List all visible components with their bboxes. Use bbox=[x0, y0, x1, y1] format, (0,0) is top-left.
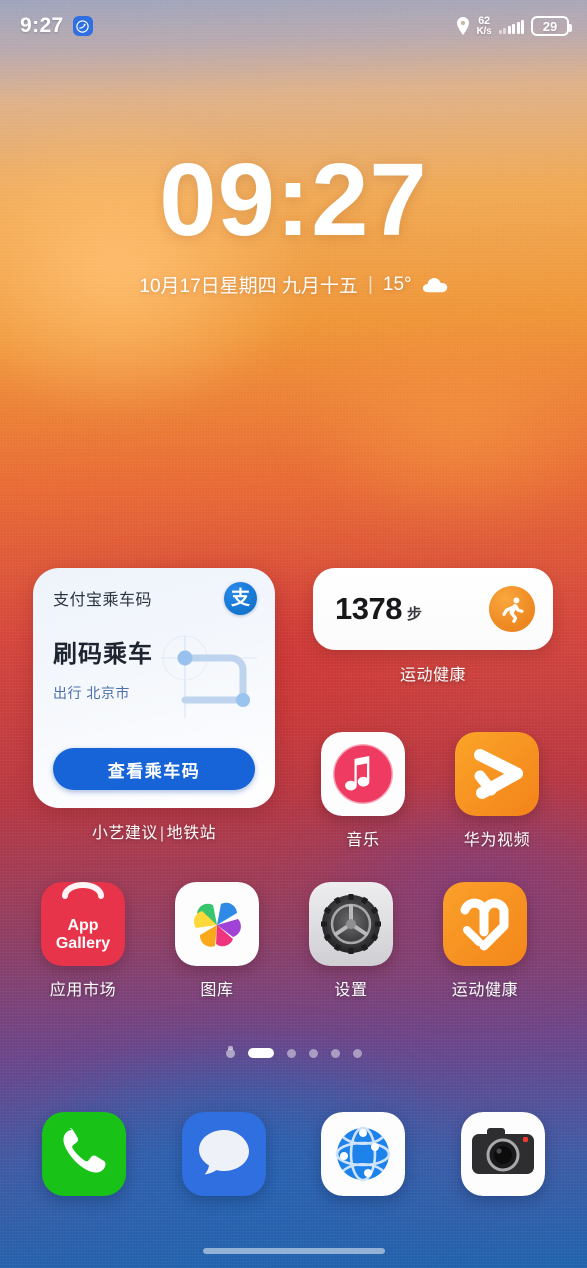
app-badge-icon[interactable] bbox=[72, 16, 93, 36]
running-person-icon bbox=[489, 586, 535, 632]
clock-date-row: 10月17日星期四 九月十五 | 15° bbox=[0, 271, 587, 298]
status-bar: 9:27 62 K/s 29 bbox=[0, 0, 587, 52]
page-dot[interactable] bbox=[286, 1048, 296, 1058]
message-bubble-icon bbox=[181, 1112, 266, 1196]
app-icon-health[interactable]: 运动健康 bbox=[418, 882, 552, 1000]
app-icon-music[interactable]: 音乐 bbox=[296, 732, 430, 850]
gallery-flower-icon bbox=[175, 882, 259, 966]
app-icon-app-gallery[interactable]: App Gallery 应用市场 bbox=[16, 882, 150, 1000]
page-indicator[interactable] bbox=[0, 1045, 587, 1058]
alipay-widget-label: 小艺建议 | 地铁站 bbox=[33, 819, 275, 843]
clock-date: 10月17日星期四 九月十五 bbox=[139, 276, 358, 297]
steps-count: 1378 bbox=[335, 591, 402, 626]
alipay-transit-widget[interactable]: 支付宝乘车码 支 刷码乘车 出行 北京市 查看乘车码 bbox=[33, 568, 275, 808]
home-gesture-handle[interactable] bbox=[202, 1248, 385, 1254]
app-row-1: 音乐 华为视频 bbox=[296, 732, 564, 850]
dock-item-phone[interactable] bbox=[32, 1112, 136, 1196]
settings-gear-icon bbox=[309, 882, 393, 966]
status-bar-left: 9:27 bbox=[20, 14, 93, 38]
clock-widget[interactable]: 09:27 10月17日星期四 九月十五 | 15° bbox=[0, 148, 587, 298]
alipay-widget-label-prefix: 小艺建议 bbox=[91, 825, 158, 842]
page-dot[interactable] bbox=[308, 1048, 318, 1058]
clock-date-separator: | bbox=[367, 273, 373, 295]
app-label: 运动健康 bbox=[451, 982, 519, 999]
svg-text:Gallery: Gallery bbox=[56, 935, 110, 952]
camera-icon bbox=[461, 1112, 546, 1196]
nav-bar bbox=[0, 1234, 587, 1268]
app-label: 设置 bbox=[334, 982, 368, 999]
dock-item-browser[interactable] bbox=[311, 1112, 415, 1196]
network-speed-unit: K/s bbox=[476, 25, 492, 37]
location-pin-icon bbox=[456, 17, 470, 35]
page-dot[interactable] bbox=[330, 1048, 340, 1058]
battery-percent-label: 29 bbox=[542, 18, 558, 34]
steps-widget[interactable]: 1378 步 bbox=[313, 568, 553, 650]
alipay-transit-widget-wrapper: 支付宝乘车码 支 刷码乘车 出行 北京市 查看乘车码 小艺建议 | 地铁站 bbox=[33, 568, 275, 843]
app-label: 华为视频 bbox=[463, 832, 531, 849]
steps-widget-label: 运动健康 bbox=[399, 667, 466, 684]
network-speed-value: 62 bbox=[478, 14, 490, 27]
page-dot[interactable] bbox=[352, 1048, 362, 1058]
page-dot-home[interactable] bbox=[225, 1045, 235, 1058]
steps-value-group: 1378 步 bbox=[335, 591, 422, 627]
alipay-logo-icon: 支 bbox=[224, 582, 257, 615]
video-play-icon bbox=[455, 732, 539, 816]
signal-bars-icon bbox=[498, 19, 524, 34]
svg-text:App: App bbox=[67, 917, 98, 934]
dock bbox=[0, 1112, 587, 1196]
alipay-widget-label-divider: | bbox=[159, 825, 165, 842]
clock-time: 09:27 bbox=[159, 142, 428, 257]
dock-item-messages[interactable] bbox=[172, 1112, 276, 1196]
steps-widget-wrapper: 1378 步 运动健康 bbox=[313, 568, 553, 685]
battery-indicator: 29 bbox=[531, 16, 572, 36]
subway-route-icon bbox=[157, 632, 263, 722]
status-bar-clock: 9:27 bbox=[20, 14, 64, 37]
app-label: 应用市场 bbox=[49, 982, 117, 999]
app-icon-gallery[interactable]: 图库 bbox=[150, 882, 284, 1000]
music-note-icon bbox=[321, 732, 405, 816]
dock-item-camera[interactable] bbox=[451, 1112, 555, 1196]
steps-unit: 步 bbox=[406, 606, 422, 623]
view-transit-code-button[interactable]: 查看乘车码 bbox=[53, 748, 255, 790]
page-dot-active[interactable] bbox=[247, 1048, 274, 1058]
app-label: 图库 bbox=[200, 982, 234, 999]
cloud-icon bbox=[422, 277, 448, 293]
weather-temperature: 15° bbox=[382, 273, 412, 295]
app-icon-huawei-video[interactable]: 华为视频 bbox=[430, 732, 564, 850]
status-bar-right: 62 K/s 29 bbox=[456, 14, 572, 37]
app-gallery-icon: App Gallery bbox=[41, 882, 125, 966]
app-icon-settings[interactable]: 设置 bbox=[284, 882, 418, 1000]
app-row-2: App Gallery 应用市场 图库 设置 运动健康 bbox=[16, 882, 552, 1000]
app-label: 音乐 bbox=[346, 832, 380, 849]
network-speed: 62 K/s bbox=[476, 14, 492, 37]
health-heart-icon bbox=[443, 882, 527, 966]
alipay-widget-label-suffix: 地铁站 bbox=[166, 825, 217, 842]
phone-handset-icon bbox=[41, 1112, 126, 1196]
browser-globe-icon bbox=[321, 1112, 406, 1196]
